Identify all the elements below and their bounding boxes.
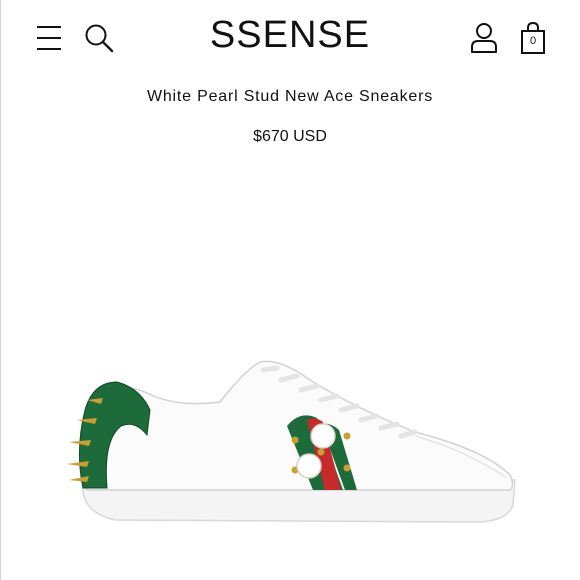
hamburger-menu-icon[interactable] bbox=[36, 24, 62, 52]
shopping-bag-button[interactable]: 0 bbox=[518, 21, 548, 55]
user-account-icon[interactable] bbox=[470, 22, 498, 54]
product-image-sneaker[interactable] bbox=[55, 340, 525, 540]
site-logo[interactable]: SSENSE bbox=[140, 14, 440, 57]
site-header: SSENSE 0 bbox=[0, 0, 580, 70]
left-edge-divider bbox=[0, 0, 1, 580]
product-title: White Pearl Stud New Ace Sneakers bbox=[146, 88, 434, 105]
bag-count-badge: 0 bbox=[529, 35, 537, 47]
product-price: $670 USD bbox=[253, 128, 327, 145]
search-icon[interactable] bbox=[84, 23, 114, 53]
